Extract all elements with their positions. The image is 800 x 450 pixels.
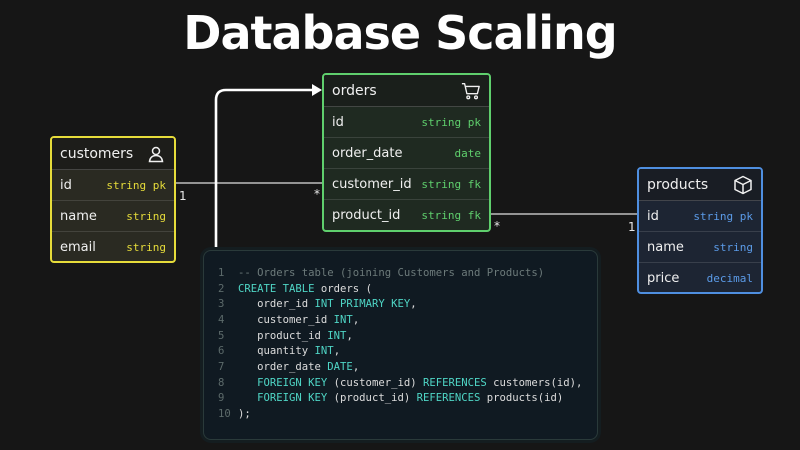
- code-line: 4 customer_id INT,: [204, 312, 597, 328]
- arrow-head: [312, 84, 322, 96]
- cart-icon: [461, 81, 481, 101]
- code-token: DATE: [327, 360, 353, 373]
- code-line: 3 order_id INT PRIMARY KEY,: [204, 296, 597, 312]
- code-line: 10);: [204, 406, 597, 422]
- line-number: 2: [218, 282, 225, 295]
- line-number: 5: [218, 329, 225, 342]
- code-token: FOREIGN KEY: [238, 392, 334, 405]
- field-type: string pk: [421, 115, 481, 129]
- field-name: id: [647, 208, 659, 224]
- field-name: customer_id: [332, 176, 412, 192]
- code-token: ,: [333, 345, 341, 358]
- code-token: -- Orders table (joining Customers and P…: [238, 266, 545, 279]
- code-token: ,: [352, 360, 360, 373]
- field-name: price: [647, 270, 680, 286]
- line-number: 1: [218, 266, 225, 279]
- products-row-id: id string pk: [639, 201, 761, 232]
- cardinality-customers: 1: [179, 189, 187, 203]
- orders-row-product-id: product_id string fk: [324, 200, 489, 230]
- code-token: REFERENCES: [416, 392, 487, 405]
- code-token: ,: [352, 313, 360, 326]
- code-token: INT: [327, 329, 347, 342]
- code-line: 1 -- Orders table (joining Customers and …: [204, 265, 597, 281]
- cube-icon: [733, 175, 753, 195]
- line-number: 9: [218, 392, 225, 405]
- code-token: quantity: [238, 345, 315, 358]
- field-name: email: [60, 239, 96, 255]
- field-name: id: [332, 114, 344, 130]
- field-type: string fk: [421, 177, 481, 191]
- field-type: string: [713, 240, 753, 254]
- field-type: decimal: [706, 271, 753, 285]
- code-token: );: [238, 408, 251, 421]
- code-token: orders (: [320, 282, 372, 295]
- code-token: REFERENCES: [422, 376, 494, 389]
- field-type: date: [454, 146, 482, 160]
- field-type: string fk: [421, 208, 481, 222]
- code-token: (customer_id): [333, 376, 423, 389]
- code-line: 5 product_id INT,: [204, 328, 597, 344]
- code-token: INT: [333, 313, 353, 326]
- code-token: INT: [314, 345, 334, 358]
- line-number: 3: [218, 298, 225, 311]
- customers-table-header: customers: [52, 138, 174, 170]
- code-token: ,: [410, 298, 417, 311]
- code-token: INT PRIMARY KEY: [314, 298, 411, 311]
- field-type: string pk: [693, 209, 753, 223]
- field-name: product_id: [332, 207, 401, 223]
- customers-row-name: name string: [52, 201, 174, 232]
- sql-code-block: 1 -- Orders table (joining Customers and …: [203, 250, 598, 440]
- code-token: product_id: [238, 329, 328, 342]
- customers-table[interactable]: customers id string pk name string email…: [50, 136, 176, 263]
- customers-table-name: customers: [60, 145, 134, 162]
- orders-table[interactable]: orders id string pk order_date date cust…: [322, 73, 491, 232]
- person-icon: [146, 144, 166, 164]
- cardinality-orders-customer: *: [314, 187, 320, 201]
- code-token: CREATE TABLE: [238, 282, 321, 295]
- products-row-name: name string: [639, 232, 761, 263]
- cardinality-orders-product: *: [494, 219, 500, 233]
- code-line: 6 quantity INT,: [204, 343, 597, 359]
- code-token: products(id): [486, 392, 564, 405]
- line-number: 8: [218, 376, 225, 389]
- products-table[interactable]: products id string pk name string price …: [637, 167, 763, 294]
- products-table-header: products: [639, 169, 761, 201]
- orders-row-order-date: order_date date: [324, 138, 489, 169]
- field-name: name: [647, 239, 684, 255]
- field-name: name: [60, 208, 97, 224]
- code-token: order_date: [238, 360, 328, 373]
- line-number: 4: [218, 313, 225, 326]
- orders-table-name: orders: [332, 82, 377, 99]
- code-token: FOREIGN KEY: [238, 376, 334, 389]
- products-row-price: price decimal: [639, 263, 761, 292]
- line-number: 6: [218, 345, 225, 358]
- code-line: 2 CREATE TABLE orders (: [204, 281, 597, 297]
- code-token: customer_id: [238, 313, 334, 326]
- field-name: id: [60, 177, 72, 193]
- orders-table-header: orders: [324, 75, 489, 107]
- orders-row-customer-id: customer_id string fk: [324, 169, 489, 200]
- cardinality-products: 1: [628, 220, 636, 234]
- customers-row-id: id string pk: [52, 170, 174, 201]
- code-lines: 1 -- Orders table (joining Customers and …: [204, 265, 597, 422]
- field-type: string: [126, 240, 166, 254]
- field-name: order_date: [332, 145, 403, 161]
- code-token: customers(id),: [493, 376, 583, 389]
- code-line: 8 FOREIGN KEY (customer_id) REFERENCES c…: [204, 375, 597, 391]
- line-number: 7: [218, 360, 225, 373]
- code-line: 9 FOREIGN KEY (product_id) REFERENCES pr…: [204, 391, 597, 407]
- products-table-name: products: [647, 176, 709, 193]
- code-token: order_id: [238, 298, 315, 311]
- line-number: 10: [218, 408, 231, 421]
- customers-row-email: email string: [52, 232, 174, 261]
- code-token: (product_id): [333, 392, 417, 405]
- code-line: 7 order_date DATE,: [204, 359, 597, 375]
- field-type: string pk: [106, 178, 166, 192]
- field-type: string: [126, 209, 166, 223]
- code-token: ,: [346, 329, 353, 342]
- orders-row-id: id string pk: [324, 107, 489, 138]
